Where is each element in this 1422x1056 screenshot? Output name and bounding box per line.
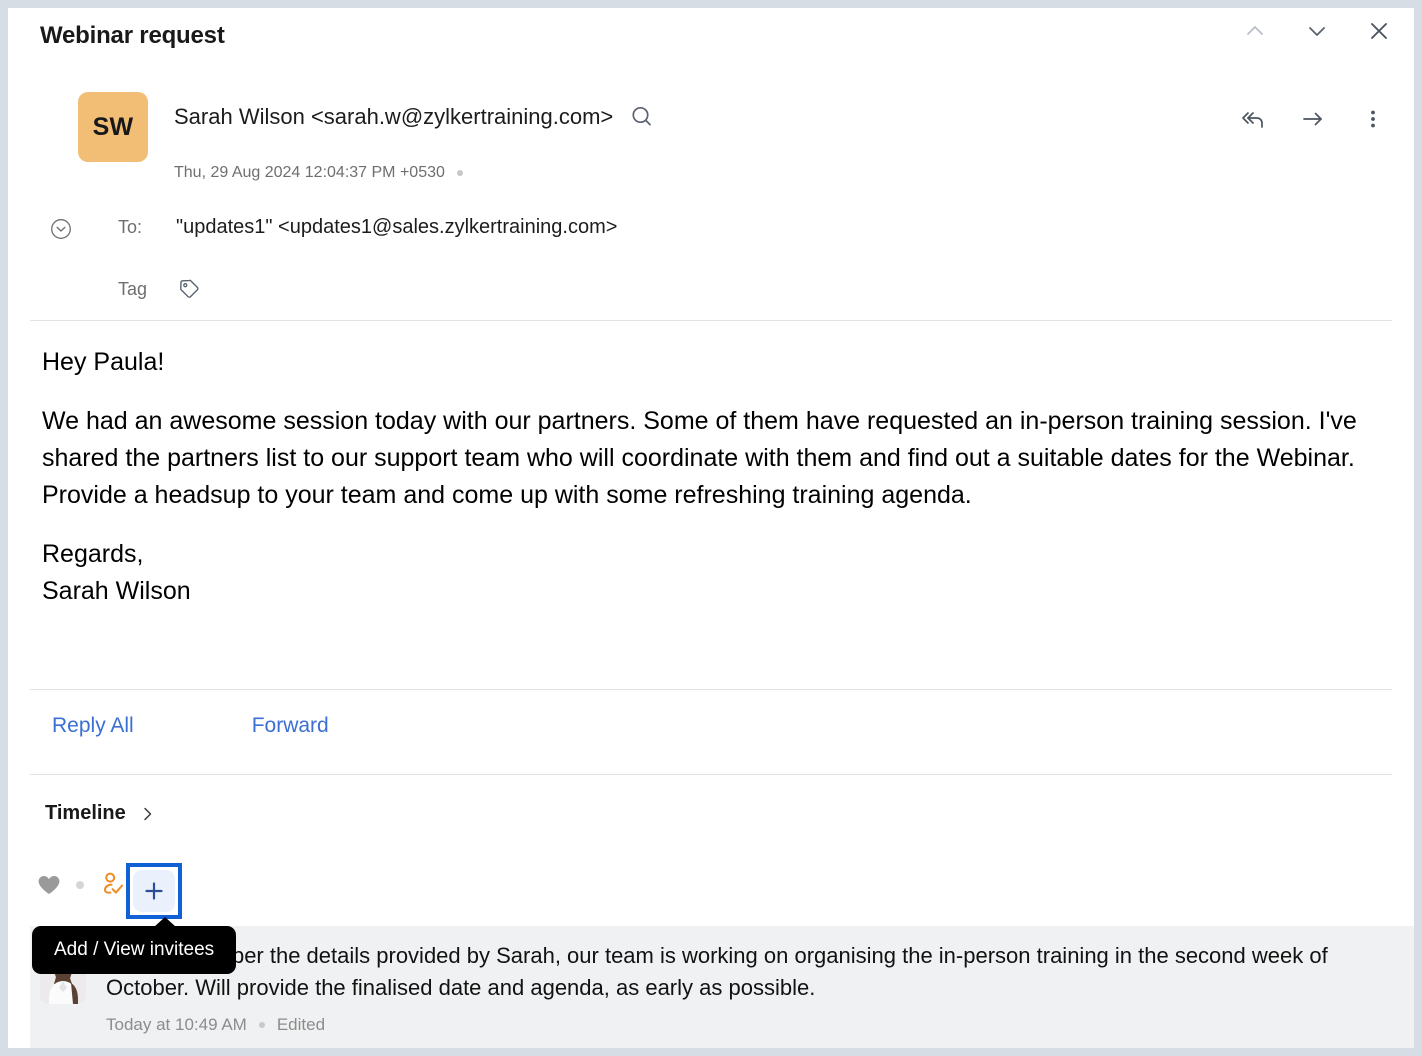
reply-all-link[interactable]: Reply All: [52, 714, 134, 738]
body-signature: Sarah Wilson: [42, 577, 191, 605]
tag-row: Tag: [118, 276, 202, 302]
message-timestamp: Thu, 29 Aug 2024 12:04:37 PM +0530: [174, 164, 463, 182]
reply-action-bar: Reply All Forward: [52, 714, 329, 738]
heart-reaction-button[interactable]: [36, 872, 62, 898]
timeline-header: Timeline: [45, 802, 156, 825]
timeline-comment: Hi Paula, As per the details provided by…: [30, 926, 1414, 1048]
close-icon: [1371, 23, 1387, 39]
reaction-separator-dot: [76, 881, 84, 889]
forward-arrow-icon: [1303, 112, 1322, 126]
forward-link[interactable]: Forward: [252, 714, 329, 738]
chevron-right-icon: [144, 807, 152, 820]
timeline-expand-button[interactable]: [140, 805, 156, 823]
previous-message-button[interactable]: [1238, 14, 1272, 48]
more-options-button[interactable]: [1354, 100, 1392, 138]
add-invitees-tooltip: Add / View invitees: [32, 917, 237, 974]
to-value: "updates1" <updates1@sales.zylkertrainin…: [176, 216, 618, 238]
chevron-down-icon: [1309, 27, 1325, 36]
plus-icon: [145, 882, 163, 900]
window-controls: [1238, 14, 1396, 48]
search-sender-button[interactable]: [629, 104, 655, 130]
page-title: Webinar request: [40, 22, 225, 49]
reaction-bar: [36, 870, 138, 900]
window-title-bar: Webinar request: [8, 8, 1414, 70]
close-window-button[interactable]: [1362, 14, 1396, 48]
add-button-surface: [133, 870, 175, 912]
message-date: Thu, 29 Aug 2024 12:04:37 PM +0530: [174, 164, 445, 181]
tag-icon: [180, 279, 199, 298]
message-body: Hey Paula! We had an awesome session tod…: [42, 344, 1382, 610]
body-greeting: Hey Paula!: [42, 348, 165, 376]
person-check-icon: [103, 872, 123, 894]
message-actions: [1234, 100, 1392, 138]
comment-meta: Today at 10:49 AM Edited: [106, 1015, 1394, 1035]
email-detail-window: Webinar request SW Sarah Wilson <sarah.w…: [8, 8, 1414, 1048]
sender-line: Sarah Wilson <sarah.w@zylkertraining.com…: [174, 104, 655, 130]
add-view-invitees-button[interactable]: [126, 863, 182, 919]
more-vertical-icon: [1371, 110, 1375, 128]
tag-label: Tag: [118, 278, 148, 299]
add-tag-button[interactable]: [176, 276, 202, 302]
chevron-down-circle-icon: [51, 219, 71, 239]
recipient-row: To: "updates1" <updates1@sales.zylkertra…: [118, 216, 617, 239]
avatar: SW: [78, 92, 148, 162]
expand-details-button[interactable]: [50, 218, 72, 240]
timeline-title: Timeline: [45, 802, 126, 824]
heart-icon: [38, 876, 60, 894]
comment-meta-dot: [258, 1022, 265, 1028]
body-signoff: Regards,: [42, 540, 144, 568]
actions-divider: [30, 774, 1392, 775]
body-divider: [30, 689, 1392, 690]
body-paragraph-2: Provide a headsup to your team and come …: [42, 481, 972, 509]
comment-text: Hi Paula, As per the details provided by…: [106, 943, 1328, 1000]
search-icon: [632, 106, 652, 126]
forward-button[interactable]: [1294, 100, 1332, 138]
sender-address: Sarah Wilson <sarah.w@zylkertraining.com…: [174, 104, 614, 129]
comment-time: Today at 10:49 AM: [106, 1015, 247, 1034]
comment-edited-badge: Edited: [276, 1015, 326, 1034]
invitee-status-button[interactable]: [98, 870, 128, 900]
body-paragraph-1: We had an awesome session today with our…: [42, 407, 1357, 472]
to-label: To:: [118, 217, 143, 237]
comment-body: Hi Paula, As per the details provided by…: [106, 940, 1394, 1035]
header-divider: [30, 320, 1392, 321]
reply-all-button[interactable]: [1234, 100, 1272, 138]
reply-all-icon: [1242, 112, 1263, 128]
next-message-button[interactable]: [1300, 14, 1334, 48]
chevron-up-icon: [1247, 26, 1263, 35]
timestamp-dot: [456, 170, 463, 176]
